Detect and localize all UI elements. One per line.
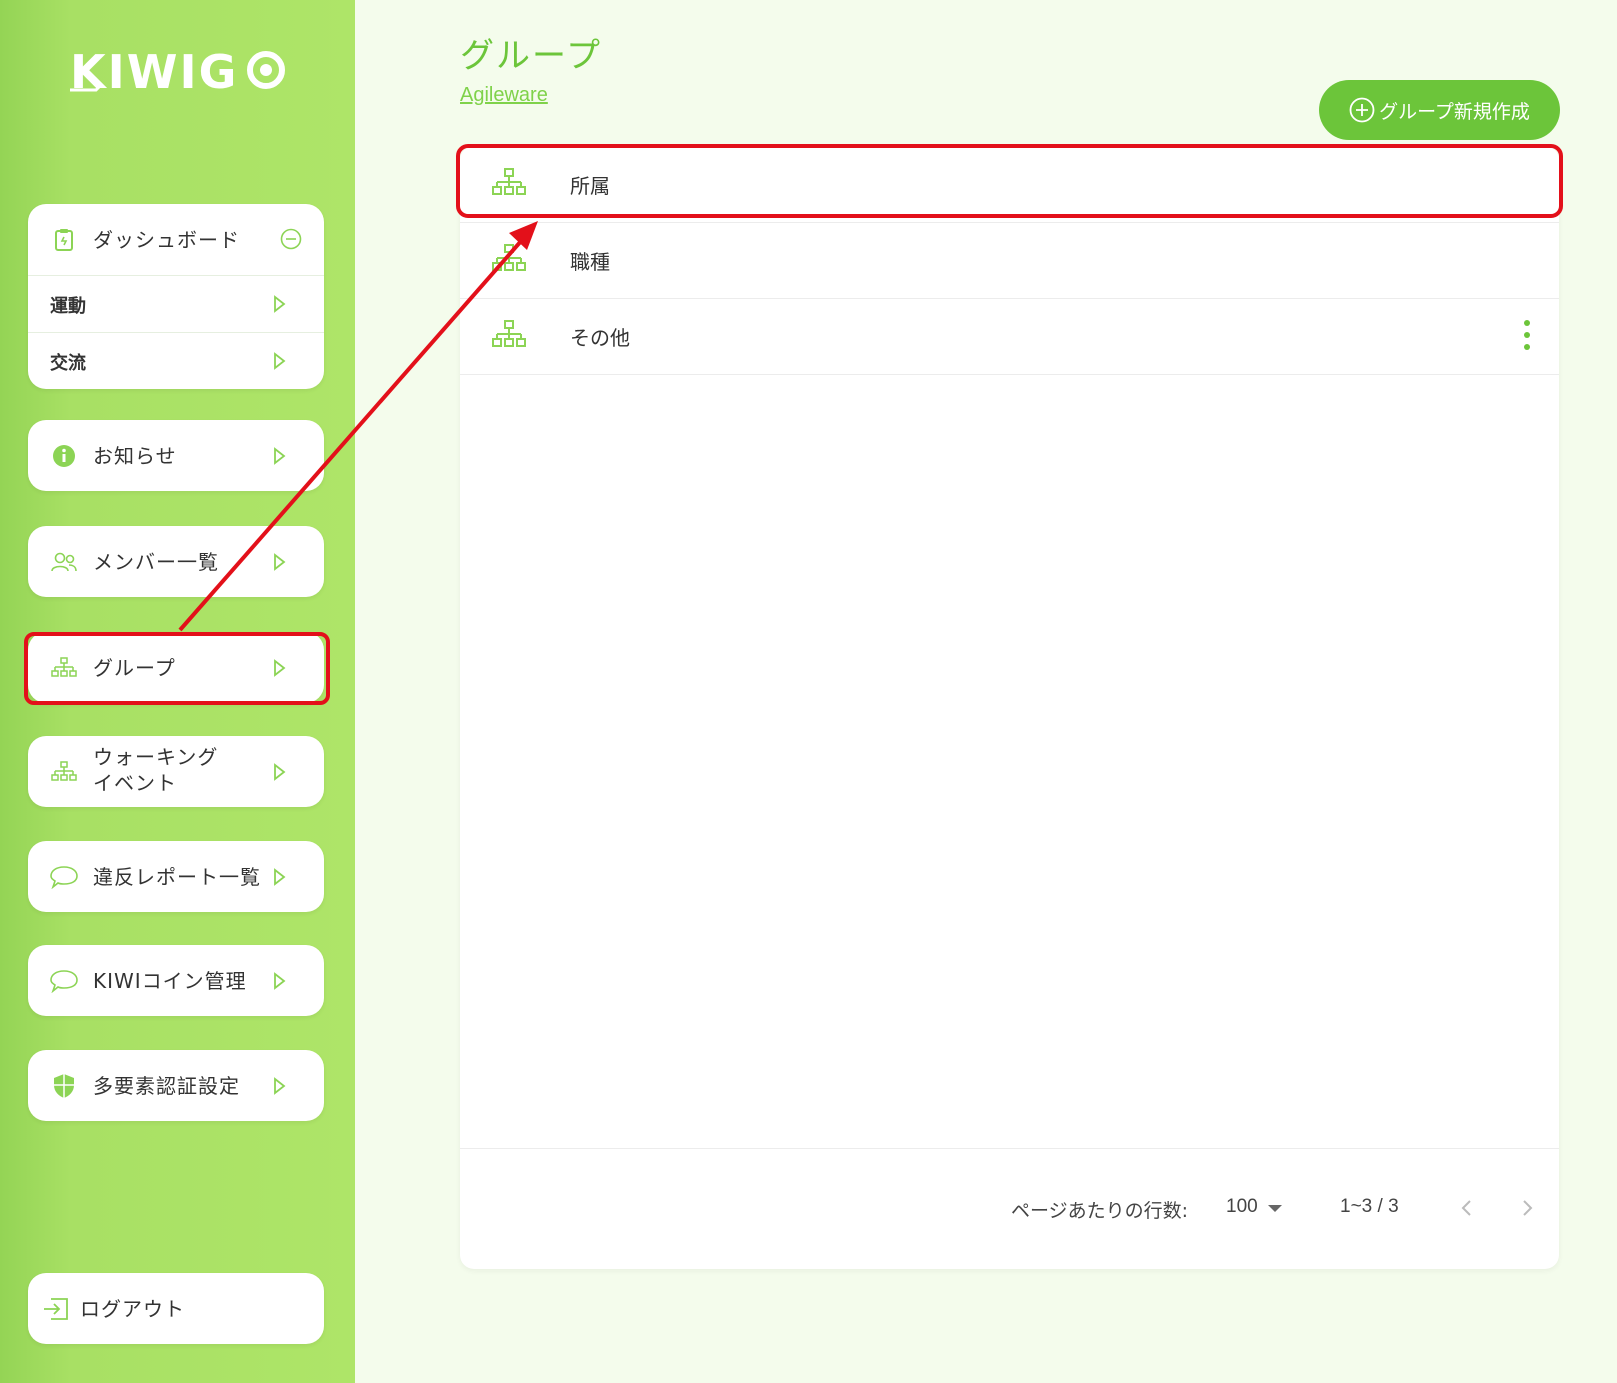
chevron-right-icon	[274, 446, 286, 465]
chevron-right-icon	[274, 352, 286, 370]
chevron-right-icon	[274, 867, 286, 886]
create-group-label: グループ新規作成	[1379, 100, 1530, 123]
group-name: 職種	[570, 250, 610, 274]
kiwigo-logo[interactable]: KIWIG	[66, 40, 296, 98]
create-group-button[interactable]: グループ新規作成	[1319, 80, 1560, 140]
pagination-range: 1~3 / 3	[1340, 1196, 1399, 1217]
more-vert-icon[interactable]	[1523, 318, 1531, 352]
shield-icon	[50, 1072, 78, 1100]
sidebar-item-mfa-settings[interactable]: 多要素認証設定	[28, 1050, 324, 1121]
sidebar-item-label: ウォーキング イベント	[93, 745, 219, 795]
sidebar-item-label: お知らせ	[93, 443, 177, 468]
chevron-right-icon	[274, 552, 286, 571]
prev-page-icon[interactable]	[1459, 1198, 1475, 1218]
list-item[interactable]: 職種	[460, 222, 1559, 299]
highlight-box-group-item	[456, 144, 1563, 218]
sidebar-item-notices[interactable]: お知らせ	[28, 420, 324, 491]
rows-per-page-select[interactable]: 100	[1226, 1196, 1258, 1218]
rows-per-page-label: ページあたりの行数:	[1011, 1200, 1189, 1222]
dropdown-caret-icon[interactable]	[1268, 1205, 1282, 1212]
info-icon	[50, 442, 78, 470]
next-page-icon[interactable]	[1519, 1198, 1535, 1218]
sidebar-item-label: 違反レポート一覧	[93, 864, 261, 889]
group-list-panel: 所属 職種 その他 ページあたりの行数: 100 1~3 / 3	[460, 146, 1559, 1269]
chevron-right-icon	[274, 762, 286, 781]
sidebar-item-walking-event[interactable]: ウォーキング イベント	[28, 736, 324, 807]
dashboard-card: ダッシュボード 運動 交流	[28, 204, 324, 389]
breadcrumb[interactable]: Agileware	[460, 84, 548, 107]
sidebar-item-violation-reports[interactable]: 違反レポート一覧	[28, 841, 324, 912]
clipboard-icon	[50, 226, 78, 254]
group-name: その他	[570, 326, 630, 350]
chevron-right-icon	[274, 1076, 286, 1095]
chat-bubble-icon	[50, 863, 78, 891]
sidebar-item-kiwi-coin[interactable]: KIWIコイン管理	[28, 945, 324, 1016]
org-chart-icon	[492, 320, 526, 347]
plus-circle-icon	[1349, 97, 1375, 123]
sidebar-subitem-label: 交流	[50, 353, 86, 374]
sidebar-item-label: ダッシュボード	[93, 227, 240, 252]
users-icon	[50, 548, 78, 576]
sidebar-item-label: 多要素認証設定	[93, 1073, 240, 1098]
sidebar-item-dashboard[interactable]: ダッシュボード	[28, 204, 324, 275]
sidebar-subitem-exercise[interactable]: 運動	[28, 275, 324, 332]
page-title: グループ	[460, 36, 602, 76]
logout-label: ログアウト	[80, 1296, 185, 1321]
collapse-icon[interactable]	[280, 228, 302, 250]
sidebar-subitem-label: 運動	[50, 296, 86, 317]
logout-icon	[42, 1295, 70, 1323]
list-item[interactable]: その他	[460, 298, 1559, 375]
sidebar-item-label: KIWIコイン管理	[93, 968, 247, 993]
highlight-box-sidebar-groups	[24, 632, 330, 705]
chevron-right-icon	[274, 295, 286, 313]
chat-bubble-icon	[50, 967, 78, 995]
chevron-right-icon	[274, 971, 286, 990]
sidebar-subitem-exchange[interactable]: 交流	[28, 332, 324, 389]
logout-button[interactable]: ログアウト	[28, 1273, 324, 1344]
sidebar-item-members[interactable]: メンバー一覧	[28, 526, 324, 597]
footer-divider	[460, 1148, 1559, 1149]
sidebar-item-label: メンバー一覧	[93, 549, 219, 574]
org-chart-icon	[492, 244, 526, 271]
org-chart-icon	[50, 758, 78, 786]
